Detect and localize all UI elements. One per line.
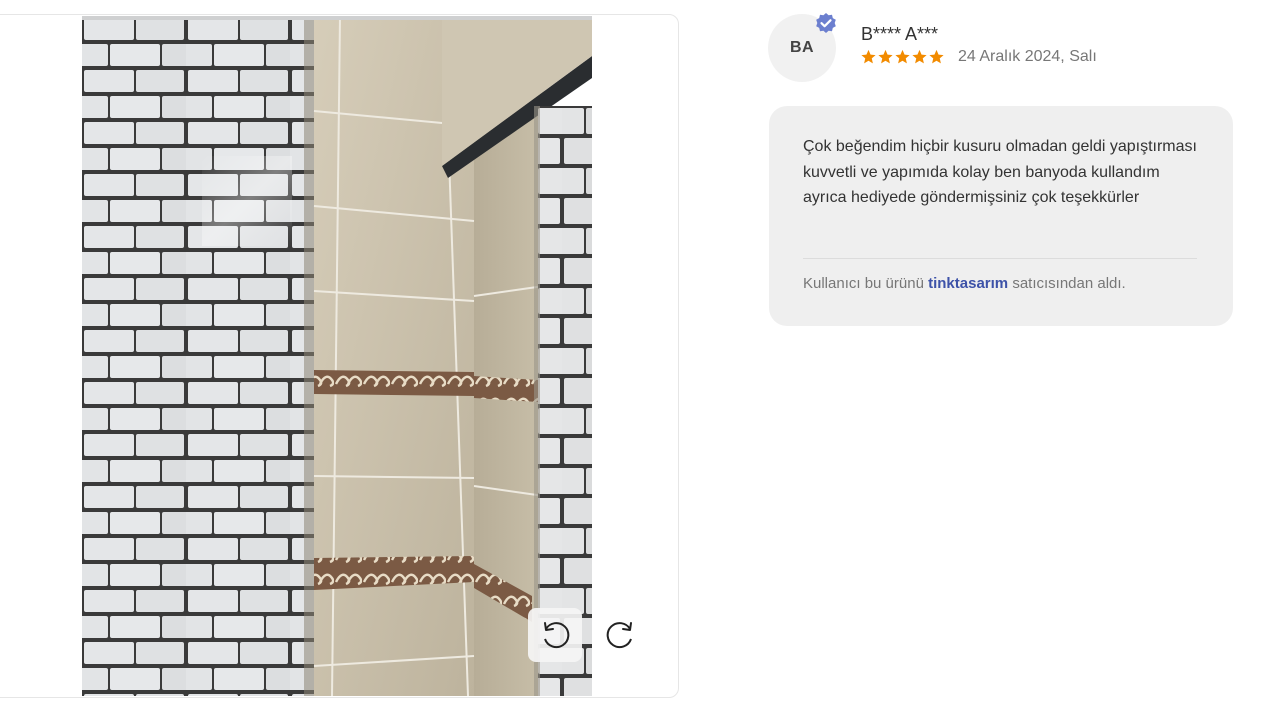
avatar-initials: BA bbox=[789, 39, 815, 56]
star-icon bbox=[929, 49, 944, 64]
verified-badge-icon bbox=[816, 13, 836, 33]
rotate-right-button[interactable] bbox=[594, 608, 648, 662]
review-date: 24 Aralık 2024, Salı bbox=[958, 48, 1097, 65]
reviewer-name: B**** A*** bbox=[861, 24, 939, 44]
seller-link[interactable]: tinktasarım bbox=[928, 275, 1008, 292]
review-card: Çok beğendim hiçbir kusuru olmadan geldi… bbox=[769, 106, 1233, 326]
review-text: Çok beğendim hiçbir kusuru olmadan geldi… bbox=[803, 138, 1197, 206]
rotate-right-icon bbox=[606, 622, 632, 649]
star-rating bbox=[860, 48, 945, 66]
photo-viewer bbox=[0, 14, 679, 698]
purchase-suffix: satıcısından aldı. bbox=[1012, 275, 1126, 292]
rotate-left-button[interactable] bbox=[528, 608, 582, 662]
rotate-left-icon bbox=[544, 622, 570, 649]
review-photo bbox=[82, 16, 592, 696]
star-icon bbox=[861, 49, 876, 64]
star-icon bbox=[895, 49, 910, 64]
purchase-note: Kullanıcı bu ürünü tinktasarım satıcısın… bbox=[803, 275, 1126, 292]
divider bbox=[803, 258, 1197, 259]
purchase-prefix: Kullanıcı bu ürünü bbox=[803, 275, 924, 292]
star-icon bbox=[878, 49, 893, 64]
star-icon bbox=[912, 49, 927, 64]
